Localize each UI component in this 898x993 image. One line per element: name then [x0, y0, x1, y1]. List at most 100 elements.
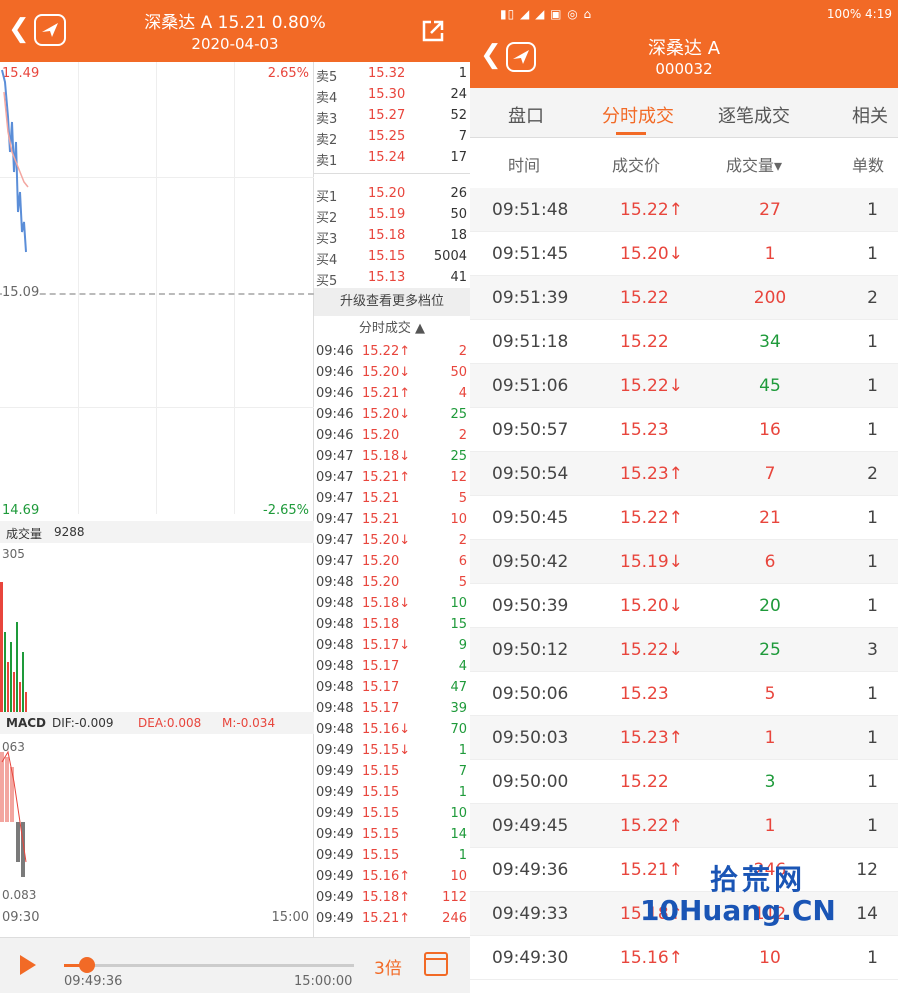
end-time: 15:00:00: [294, 974, 353, 989]
cell-v: 25: [450, 449, 467, 464]
cell-p: 15.19: [368, 207, 406, 222]
ask-row: 卖5 15.32 1: [314, 64, 470, 85]
col-count: 单数: [852, 156, 885, 175]
chart-date: 2020-04-03: [191, 35, 279, 53]
cell-t: 09:47: [316, 449, 354, 464]
cell-p: 15.21: [362, 512, 400, 527]
cell-vol: 200: [753, 288, 787, 308]
cell-p: 15.15: [362, 848, 400, 863]
cell-v: 70: [450, 722, 467, 737]
cell-cnt: 2: [867, 464, 878, 484]
cell-v: 10: [450, 869, 467, 884]
cell-time: 09:50:00: [492, 772, 569, 792]
cell-cnt: 1: [867, 200, 878, 220]
volume-bars: [0, 582, 27, 712]
cell-cnt: 2: [867, 288, 878, 308]
cell-p: 15.18: [368, 228, 406, 243]
cell-p: 15.20: [368, 186, 406, 201]
calendar-icon[interactable]: [424, 952, 448, 976]
cell-time: 09:50:12: [492, 640, 569, 660]
tab-tick-trades[interactable]: 逐笔成交: [718, 102, 790, 128]
trade-row: 09:50:45 15.22↑ 21 1: [470, 496, 898, 540]
cell-t: 09:48: [316, 722, 354, 737]
cell-price: 15.19↓: [620, 552, 683, 572]
trade-row: 09:50:39 15.20↓ 20 1: [470, 584, 898, 628]
cell-p: 15.25: [368, 129, 406, 144]
play-icon[interactable]: [20, 955, 36, 975]
tick-row: 09:46 15.20↓ 50: [314, 363, 470, 384]
cell-v: 52: [450, 108, 467, 123]
cell-n: 买2: [316, 211, 338, 226]
pct-low-label: -2.65%: [263, 503, 309, 518]
ask-row: 卖2 15.25 7: [314, 127, 470, 148]
cell-p: 15.17↓: [362, 638, 411, 653]
left-header: ❮ 深桑达 A 15.21 0.80% 2020-04-03: [0, 0, 470, 62]
cell-time: 09:51:18: [492, 332, 569, 352]
cell-cnt: 12: [856, 860, 878, 880]
cell-v: 25: [450, 407, 467, 422]
tab-order-book[interactable]: 盘口: [508, 102, 544, 128]
cell-p: 15.17: [362, 680, 400, 695]
tab-minute-trades[interactable]: 分时成交: [602, 102, 674, 128]
cell-v: 26: [450, 186, 467, 201]
cell-p: 15.15↓: [362, 743, 411, 758]
cell-cnt: 1: [867, 508, 878, 528]
cell-vol: 6: [764, 552, 776, 572]
tick-row: 09:49 15.15↓ 1: [314, 741, 470, 762]
tab-related[interactable]: 相关: [852, 102, 888, 128]
tick-row: 09:48 15.17 4: [314, 657, 470, 678]
cell-p: 15.20↓: [362, 407, 411, 422]
col-volume[interactable]: 成交量▾: [726, 152, 782, 176]
cell-n: 卖2: [316, 133, 338, 148]
cell-v: 5004: [433, 249, 467, 264]
tick-list-title[interactable]: 分时成交 ▲: [314, 318, 470, 340]
cell-time: 09:51:39: [492, 288, 569, 308]
battery-time: 100% 4:19: [826, 7, 892, 21]
tick-row: 09:46 15.21↑ 4: [314, 384, 470, 405]
cell-vol: 1: [764, 816, 776, 836]
cell-v: 10: [450, 596, 467, 611]
share-icon[interactable]: [420, 18, 446, 44]
cell-vol: 7: [764, 464, 776, 484]
cell-time: 09:50:54: [492, 464, 569, 484]
tick-row: 09:47 15.21↑ 12: [314, 468, 470, 489]
cell-price: 15.22: [620, 772, 669, 792]
cell-p: 15.32: [368, 66, 406, 81]
col-time: 时间: [508, 156, 541, 175]
trade-row: 09:49:45 15.22↑ 1 1: [470, 804, 898, 848]
cell-t: 09:49: [316, 827, 354, 842]
cell-cnt: 1: [867, 772, 878, 792]
cell-vol: 1: [764, 728, 776, 748]
cell-cnt: 1: [867, 376, 878, 396]
cell-v: 24: [450, 87, 467, 102]
cell-cnt: 1: [867, 244, 878, 264]
upgrade-link[interactable]: 升级查看更多档位: [314, 288, 470, 316]
price-chart[interactable]: 15.49 2.65% 15.09 14.69 -2.65% 成交量 9288 …: [0, 62, 314, 937]
macd-low-label: 0.083: [2, 888, 37, 902]
slider-handle[interactable]: [79, 957, 96, 973]
cell-price: 15.23↑: [620, 728, 683, 748]
cell-t: 09:46: [316, 407, 354, 422]
cell-cnt: 1: [867, 684, 878, 704]
cell-v: 41: [450, 270, 467, 285]
tick-row: 09:48 15.18 15: [314, 615, 470, 636]
cell-time: 09:50:06: [492, 684, 569, 704]
cell-v: 2: [458, 344, 467, 359]
speed-button[interactable]: 3倍: [374, 954, 402, 979]
trade-row: 09:50:54 15.23↑ 7 2: [470, 452, 898, 496]
cell-t: 09:48: [316, 638, 354, 653]
cell-n: 卖1: [316, 154, 338, 169]
cell-t: 09:49: [316, 848, 354, 863]
price-low-label: 14.69: [2, 503, 40, 518]
cell-p: 15.21↑: [362, 911, 411, 926]
col-price: 成交价: [612, 156, 661, 175]
cell-p: 15.20: [362, 428, 400, 443]
cell-p: 15.17: [362, 659, 400, 674]
stock-title: 深桑达 A 15.21 0.80%: [144, 13, 326, 33]
current-time: 09:49:36: [64, 974, 123, 989]
playback-slider[interactable]: [64, 964, 354, 967]
cell-vol: 10: [759, 948, 781, 968]
cell-v: 1: [458, 848, 467, 863]
tick-row: 09:46 15.20 2: [314, 426, 470, 447]
cell-n: 卖5: [316, 70, 338, 85]
